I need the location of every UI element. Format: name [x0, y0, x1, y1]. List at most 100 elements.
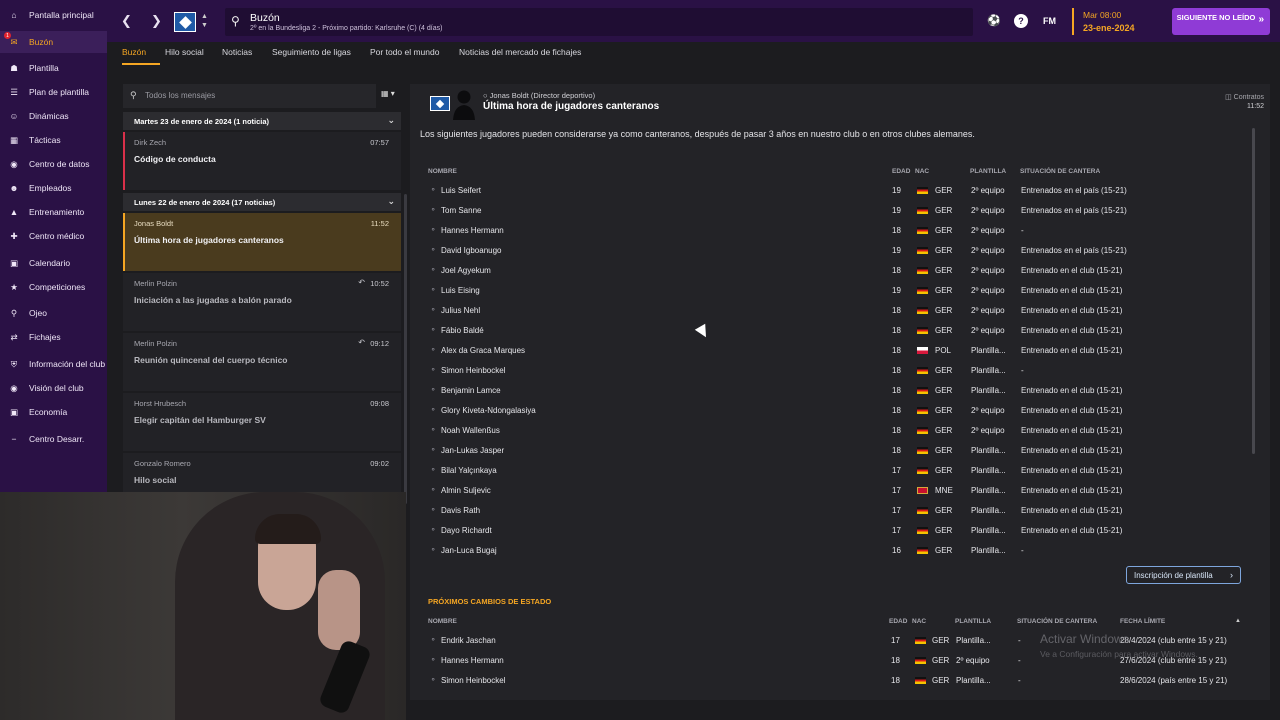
- sender-avatar[interactable]: [452, 88, 476, 120]
- tab-social-feed[interactable]: Hilo social: [165, 47, 204, 57]
- col-deadline-header[interactable]: FECHA LÍMITE: [1120, 618, 1165, 625]
- player-name[interactable]: David Igboanugo: [441, 246, 502, 255]
- sidebar-item-16[interactable]: ▣ Economía: [0, 401, 107, 423]
- back-arrow-icon[interactable]: ❮: [121, 13, 132, 29]
- player-name[interactable]: Simon Heinbockel: [441, 676, 505, 685]
- chevron-up-icon[interactable]: ▲: [201, 13, 208, 20]
- forward-arrow-icon[interactable]: ❯: [151, 13, 162, 29]
- player-name[interactable]: Hannes Hermann: [441, 656, 504, 665]
- col-status-header[interactable]: SITUACIÓN DE CANTERA: [1020, 168, 1100, 175]
- table-row[interactable]: ⚬ Julius Nehl 18 GER 2º equipo Entrenado en e…: [426, 300, 1240, 320]
- table-row[interactable]: ⚬ Simon Heinbockel 18 GER Plantilla... - 28/6/…: [426, 670, 1240, 690]
- player-name[interactable]: Dayo Richardt: [441, 526, 492, 535]
- sidebar-item-8[interactable]: ▲ Entrenamiento: [0, 201, 107, 223]
- sidebar-item-9[interactable]: ✚ Centro médico: [0, 225, 107, 247]
- table-row[interactable]: ⚬ Luis Seifert 19 GER 2º equipo Entrenados en…: [426, 180, 1240, 200]
- table-row[interactable]: ⚬ Noah Wallenßus 18 GER 2º equipo Entrenado e…: [426, 420, 1240, 440]
- player-name[interactable]: Julius Nehl: [441, 306, 480, 315]
- player-name[interactable]: Davis Rath: [441, 506, 480, 515]
- inbox-message-selected[interactable]: Jonas Boldt 11:52 Última hora de jugador…: [123, 213, 401, 271]
- sidebar-item-17[interactable]: − Centro Desarr.: [0, 428, 107, 450]
- col-squad-header[interactable]: PLANTILLA: [970, 168, 1006, 175]
- sidebar-item-14[interactable]: ⛨ Información del club: [0, 353, 107, 375]
- table-row[interactable]: ⚬ Alex da Graca Marques 18 POL Plantilla... E…: [426, 340, 1240, 360]
- sidebar-item-11[interactable]: ★ Competiciones: [0, 276, 107, 298]
- inbox-scrollbar[interactable]: [404, 194, 407, 504]
- next-unread-button[interactable]: SIGUIENTE NO LEÍDO »: [1172, 8, 1270, 35]
- col-age-header[interactable]: EDAD: [892, 168, 910, 175]
- table-row[interactable]: ⚬ Dayo Richardt 17 GER Plantilla... Entrenado…: [426, 520, 1240, 540]
- sidebar-item-5[interactable]: ▦ Tácticas: [0, 129, 107, 151]
- table-row[interactable]: ⚬ Hannes Hermann 18 GER 2º equipo -: [426, 220, 1240, 240]
- sidebar-item-2[interactable]: ☗ Plantilla: [0, 57, 107, 79]
- table-row[interactable]: ⚬ Simon Heinbockel 18 GER Plantilla... -: [426, 360, 1240, 380]
- player-name[interactable]: Alex da Graca Marques: [441, 346, 525, 355]
- chevron-down-icon[interactable]: ⌄: [387, 115, 395, 126]
- col-age-header[interactable]: EDAD: [889, 618, 907, 625]
- tab-inbox[interactable]: Buzón: [122, 47, 146, 57]
- ball-icon[interactable]: ⚽: [987, 14, 1001, 27]
- player-name[interactable]: Tom Sanne: [441, 206, 481, 215]
- player-name[interactable]: Joel Agyekum: [441, 266, 491, 275]
- club-badge-icon[interactable]: [174, 12, 196, 32]
- table-row[interactable]: ⚬ Bilal Yalçınkaya 17 GER Plantilla... Entren…: [426, 460, 1240, 480]
- tab-around-the-world[interactable]: Por todo el mundo: [370, 47, 439, 57]
- sort-ascending-icon[interactable]: ▲: [1235, 618, 1241, 624]
- day-group-header[interactable]: Martes 23 de enero de 2024 (1 noticia) ⌄: [123, 112, 401, 130]
- player-name[interactable]: Luis Eising: [441, 286, 480, 295]
- col-name-header[interactable]: NOMBRE: [428, 618, 457, 625]
- player-name[interactable]: Bilal Yalçınkaya: [441, 466, 497, 475]
- message-filter-input[interactable]: ⚲ Todos los mensajes: [123, 84, 376, 108]
- inbox-message[interactable]: Dirk Zech 07:57 Código de conducta: [123, 132, 401, 190]
- player-name[interactable]: Jan-Luca Bugaj: [441, 546, 497, 555]
- player-name[interactable]: Endrik Jaschan: [441, 636, 496, 645]
- player-name[interactable]: Luis Seifert: [441, 186, 481, 195]
- help-icon[interactable]: ?: [1014, 14, 1028, 28]
- inbox-message[interactable]: Merlin Polzin ↶ 09:12 Reunión quincenal …: [123, 333, 401, 391]
- tab-news[interactable]: Noticias: [222, 47, 252, 57]
- tab-league-tracking[interactable]: Seguimiento de ligas: [272, 47, 351, 57]
- table-row[interactable]: ⚬ Jan-Luca Bugaj 16 GER Plantilla... -: [426, 540, 1240, 560]
- player-name[interactable]: Noah Wallenßus: [441, 426, 500, 435]
- table-row[interactable]: ⚬ Tom Sanne 19 GER 2º equipo Entrenados en el…: [426, 200, 1240, 220]
- col-squad-header[interactable]: PLANTILLA: [955, 618, 991, 625]
- player-name[interactable]: Simon Heinbockel: [441, 366, 505, 375]
- squad-registration-button[interactable]: Inscripción de plantilla ›: [1126, 566, 1241, 584]
- sidebar-item-12[interactable]: ⚲ Ojeo: [0, 302, 107, 324]
- table-row[interactable]: ⚬ Glory Kiveta-Ndongalasiya 18 GER 2º equipo…: [426, 400, 1240, 420]
- table-row[interactable]: ⚬ Joel Agyekum 18 GER 2º equipo Entrenado en …: [426, 260, 1240, 280]
- player-name[interactable]: Hannes Hermann: [441, 226, 504, 235]
- inbox-message[interactable]: Horst Hrubesch 09:08 Elegir capitán del …: [123, 393, 401, 451]
- fm-logo[interactable]: FM: [1043, 16, 1056, 26]
- sidebar-item-0[interactable]: ⌂ Pantalla principal: [0, 4, 107, 26]
- sidebar-item-15[interactable]: ◉ Visión del club: [0, 377, 107, 399]
- chevron-down-icon[interactable]: ⌄: [387, 196, 395, 207]
- search-icon[interactable]: ⚲: [231, 14, 240, 28]
- view-options-icon[interactable]: ▦ ▾: [381, 89, 395, 98]
- col-name-header[interactable]: NOMBRE: [428, 168, 457, 175]
- table-row[interactable]: ⚬ Almin Suljevic 17 MNE Plantilla... Entrenad…: [426, 480, 1240, 500]
- day-group-header[interactable]: Lunes 22 de enero de 2024 (17 noticias) …: [123, 193, 401, 211]
- chevron-down-icon[interactable]: ▼: [201, 22, 208, 29]
- player-name[interactable]: Glory Kiveta-Ndongalasiya: [441, 406, 536, 415]
- table-row[interactable]: ⚬ David Igboanugo 19 GER 2º equipo Entrenados…: [426, 240, 1240, 260]
- player-name[interactable]: Jan-Lukas Jasper: [441, 446, 504, 455]
- table-scrollbar[interactable]: [1252, 128, 1255, 454]
- table-row[interactable]: ⚬ Jan-Lukas Jasper 18 GER Plantilla... Entren…: [426, 440, 1240, 460]
- table-row[interactable]: ⚬ Luis Eising 19 GER 2º equipo Entrenado en e…: [426, 280, 1240, 300]
- tab-transfer-news[interactable]: Noticias del mercado de fichajes: [459, 47, 581, 57]
- sidebar-item-10[interactable]: ▣ Calendario: [0, 252, 107, 274]
- sidebar-item-1[interactable]: ✉ Buzón 1: [0, 31, 107, 53]
- player-name[interactable]: Benjamin Lamce: [441, 386, 501, 395]
- table-row[interactable]: ⚬ Benjamin Lamce 18 GER Plantilla... Entrenad…: [426, 380, 1240, 400]
- sidebar-item-13[interactable]: ⇄ Fichajes: [0, 326, 107, 348]
- col-status-header[interactable]: SITUACIÓN DE CANTERA: [1017, 618, 1097, 625]
- title-search-box[interactable]: ⚲ Buzón 2º en la Bundesliga 2 - Próximo …: [225, 8, 973, 36]
- table-row[interactable]: ⚬ Davis Rath 17 GER Plantilla... Entrenado en…: [426, 500, 1240, 520]
- player-name[interactable]: Fábio Baldé: [441, 326, 484, 335]
- sidebar-item-3[interactable]: ☰ Plan de plantilla: [0, 81, 107, 103]
- inbox-message[interactable]: Merlin Polzin ↶ 10:52 Iniciación a las j…: [123, 273, 401, 331]
- table-row[interactable]: ⚬ Fábio Baldé 18 GER 2º equipo Entrenado en e…: [426, 320, 1240, 340]
- sidebar-item-4[interactable]: ☺ Dinámicas: [0, 105, 107, 127]
- col-nationality-header[interactable]: NAC: [915, 168, 929, 175]
